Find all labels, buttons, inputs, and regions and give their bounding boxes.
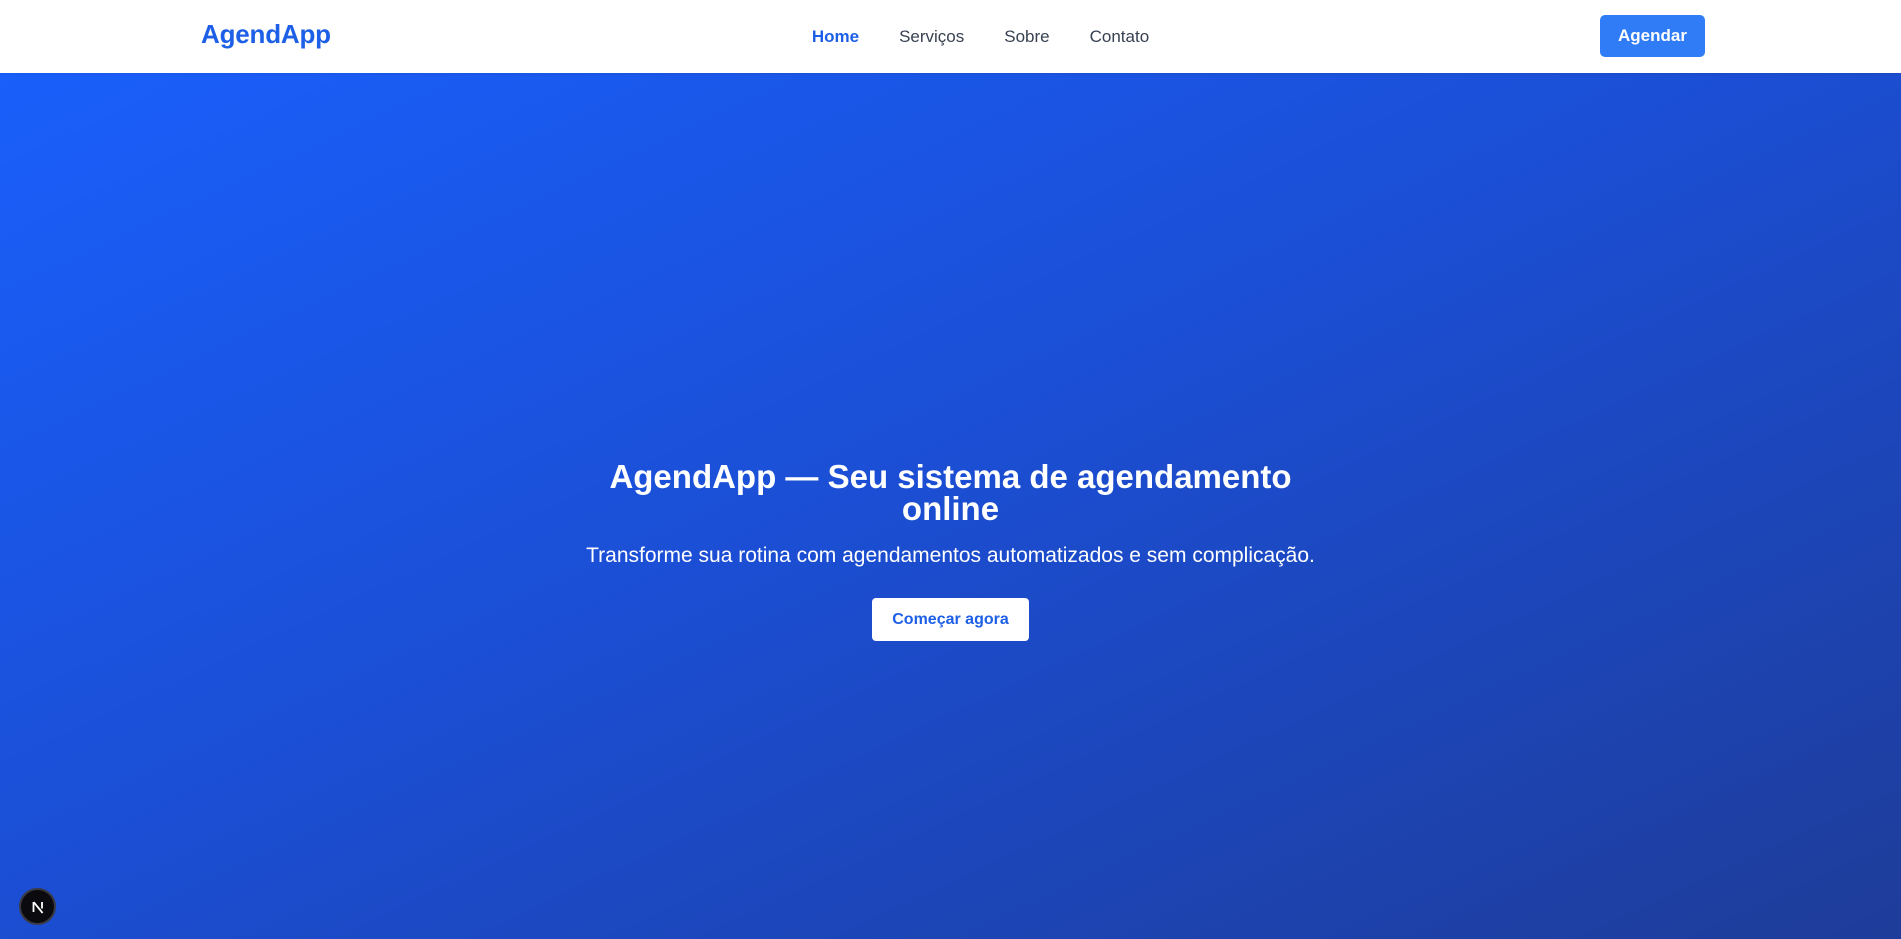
- logo-link[interactable]: AgendApp: [201, 19, 331, 50]
- schedule-button[interactable]: Agendar: [1600, 15, 1705, 57]
- hero-title: AgendApp — Seu sistema de agendamento on…: [601, 460, 1301, 527]
- nextjs-logo-icon: [30, 899, 46, 915]
- hero-section: AgendApp — Seu sistema de agendamento on…: [0, 73, 1901, 939]
- nextjs-dev-badge[interactable]: [19, 888, 56, 925]
- top-navbar: AgendApp Home Serviços Sobre Contato Age…: [0, 0, 1901, 73]
- hero-subtitle: Transforme sua rotina com agendamentos a…: [586, 544, 1315, 567]
- nav-link-home[interactable]: Home: [812, 27, 859, 47]
- get-started-button[interactable]: Começar agora: [872, 598, 1029, 641]
- hero-title-line-2: online: [901, 490, 1000, 527]
- nav-link-services[interactable]: Serviços: [899, 27, 964, 47]
- nav-link-contact[interactable]: Contato: [1090, 27, 1150, 47]
- nav-link-about[interactable]: Sobre: [1004, 27, 1049, 47]
- hero-content: AgendApp — Seu sistema de agendamento on…: [0, 460, 1901, 641]
